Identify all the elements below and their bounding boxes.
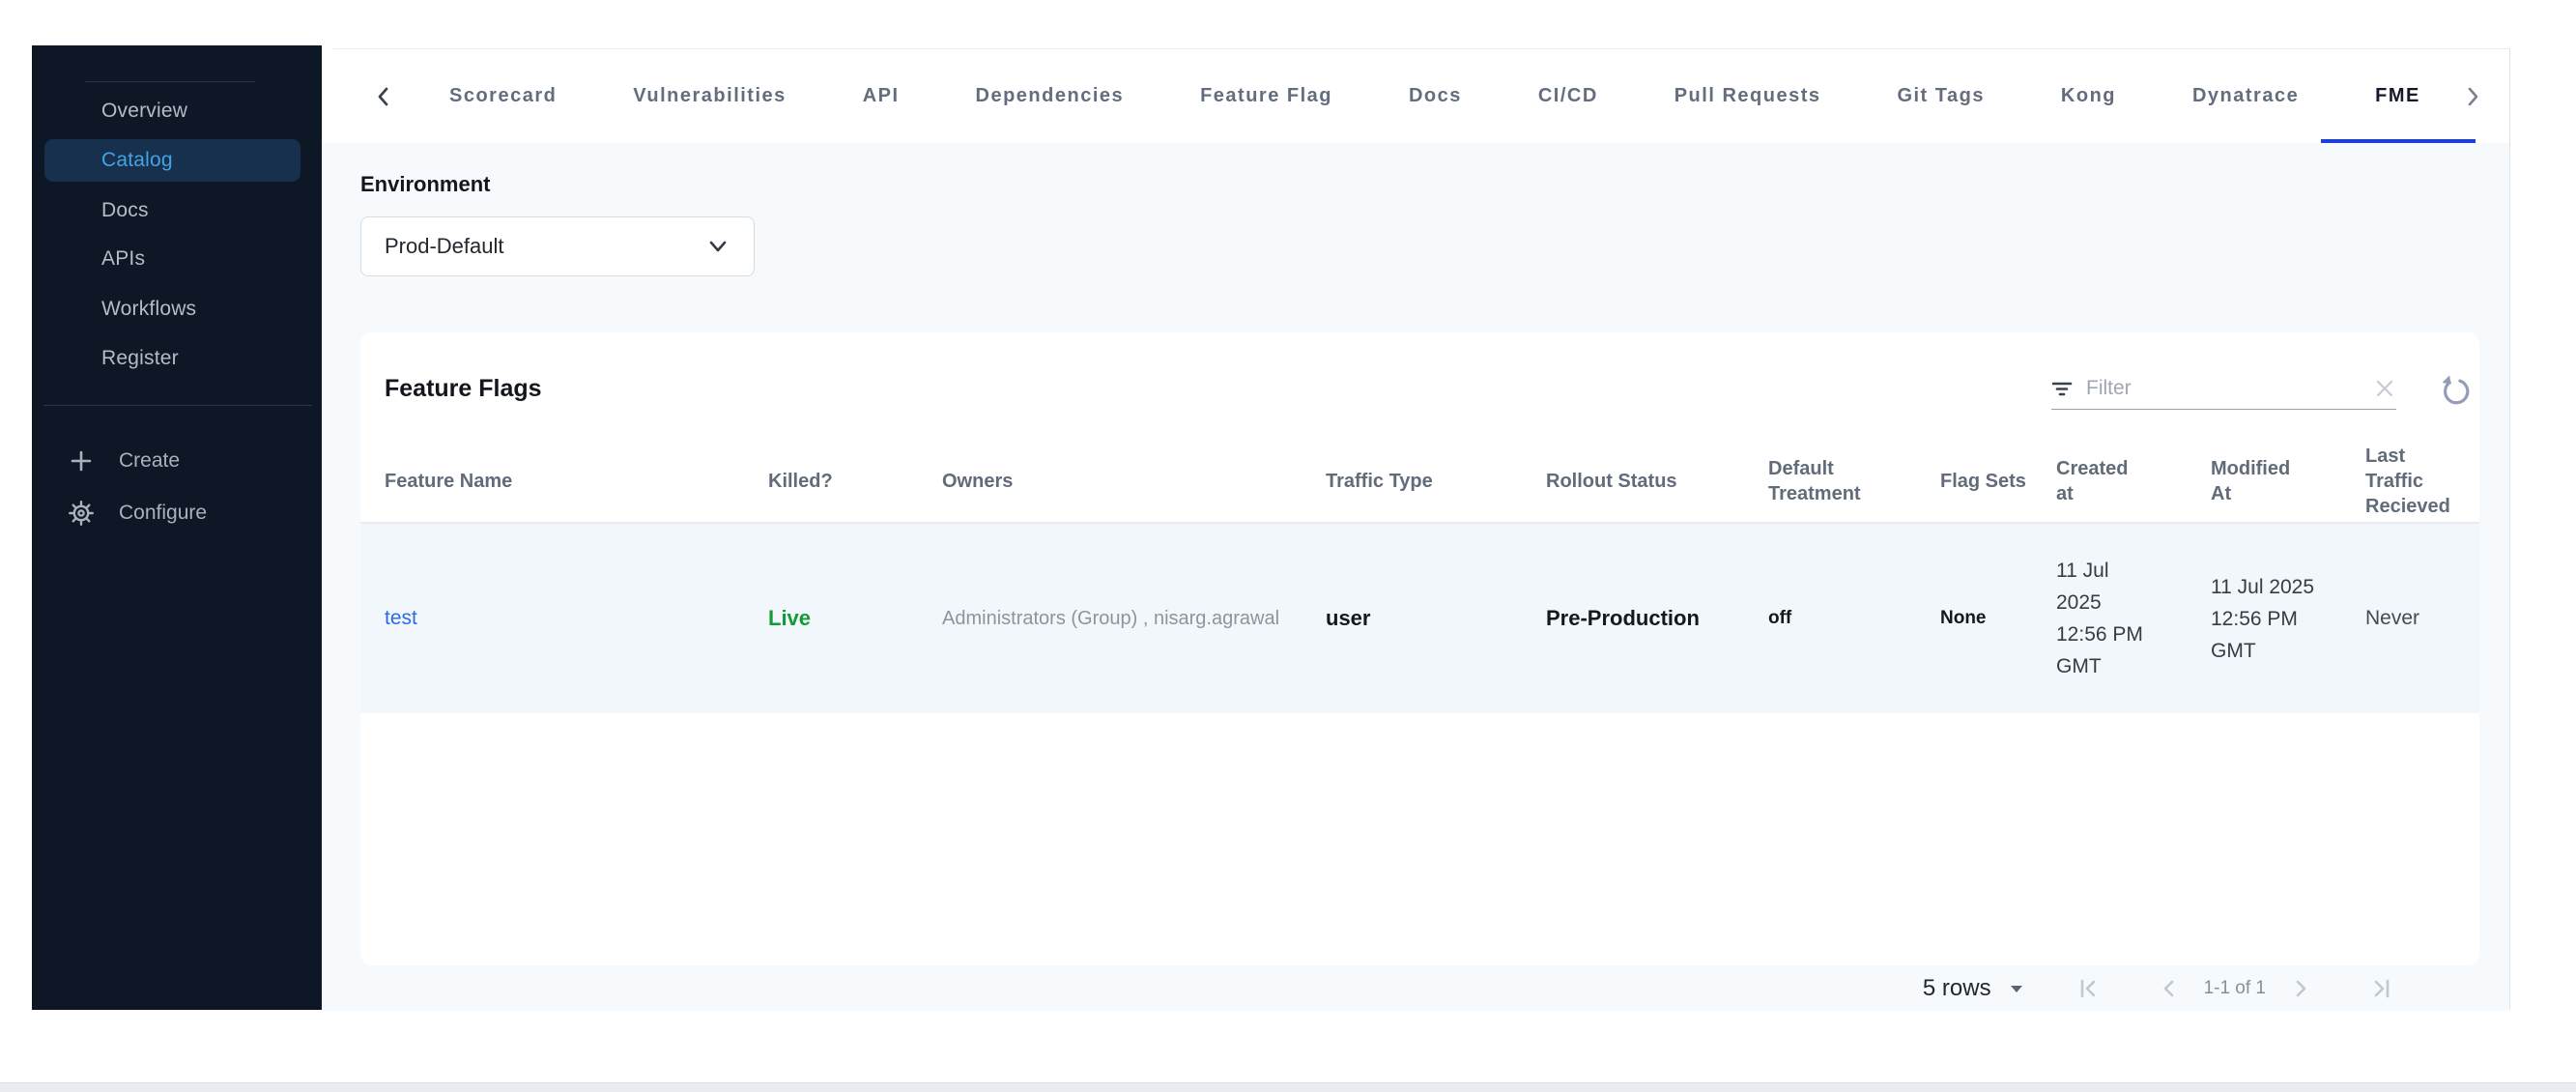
column-header-created-at: Created at <box>2032 441 2187 524</box>
refresh-icon <box>2437 372 2474 409</box>
sidebar-create-label: Create <box>119 449 181 472</box>
bottom-edge-divider <box>0 1082 2576 1092</box>
tab-feature-flag[interactable]: Feature Flag <box>1200 49 1332 143</box>
cell-default-treatment: off <box>1744 523 1916 713</box>
main-panel: Scorecard Vulnerabilities API Dependenci… <box>322 48 2510 1011</box>
sidebar-item-label: Register <box>101 347 179 369</box>
tab-cicd[interactable]: CI/CD <box>1538 49 1598 143</box>
cell-created-at: 11 Jul 2025 12:56 PM GMT <box>2032 523 2187 713</box>
cell-killed: Live <box>744 523 918 713</box>
environment-select[interactable]: Prod-Default <box>360 216 755 276</box>
tabs: Scorecard Vulnerabilities API Dependenci… <box>449 49 2420 143</box>
sidebar-item-workflows[interactable]: Workflows <box>32 288 322 330</box>
sidebar-item-register[interactable]: Register <box>32 337 322 380</box>
cell-owners: Administrators (Group) , nisarg.agrawal <box>918 523 1302 713</box>
refresh-button[interactable] <box>2436 371 2475 410</box>
tab-git-tags[interactable]: Git Tags <box>1897 49 1985 143</box>
column-header-flag-sets: Flag Sets <box>1916 441 2032 524</box>
previous-page-button[interactable] <box>2150 975 2189 1002</box>
feature-name-link[interactable]: test <box>385 607 417 629</box>
sidebar-item-label: Catalog <box>101 149 173 171</box>
table-row: test Live Administrators (Group) , nisar… <box>360 523 2479 713</box>
column-header-default-treatment: Default Treatment <box>1744 441 1916 524</box>
tab-fme[interactable]: FME <box>2375 49 2420 143</box>
first-page-button[interactable] <box>2069 975 2107 1002</box>
sidebar-item-catalog[interactable]: Catalog <box>44 139 301 182</box>
sidebar-item-docs[interactable]: Docs <box>32 189 322 232</box>
chevron-left-icon <box>373 84 394 109</box>
column-header-modified-at: Modified At <box>2187 441 2341 524</box>
sidebar-item-label: Overview <box>101 100 188 122</box>
next-page-button[interactable] <box>2281 975 2320 1002</box>
column-header-feature-name: Feature Name <box>360 441 744 524</box>
tab-scorecard[interactable]: Scorecard <box>449 49 557 143</box>
sidebar-divider-bottom <box>43 405 312 406</box>
tab-docs[interactable]: Docs <box>1409 49 1462 143</box>
column-header-owners: Owners <box>918 441 1302 524</box>
clear-filter-icon[interactable] <box>2373 377 2396 400</box>
feature-flags-card: Feature Flags Filter Feature Name Killed… <box>360 332 2479 965</box>
last-page-icon <box>2368 975 2395 1002</box>
sidebar-item-overview[interactable]: Overview <box>32 90 322 132</box>
tabs-scroll-left-button[interactable] <box>364 84 403 109</box>
environment-label: Environment <box>360 172 491 196</box>
tab-kong[interactable]: Kong <box>2061 49 2116 143</box>
first-page-icon <box>2075 975 2102 1002</box>
filter-input[interactable] <box>2086 376 2360 400</box>
sidebar-item-label: Workflows <box>101 298 197 320</box>
card-title: Feature Flags <box>385 375 542 402</box>
sidebar-item-label: Docs <box>101 199 149 221</box>
cell-rollout-status: Pre-Production <box>1522 523 1744 713</box>
tab-dynatrace[interactable]: Dynatrace <box>2192 49 2299 143</box>
chevron-right-icon <box>2462 84 2483 109</box>
column-header-traffic-type: Traffic Type <box>1302 441 1522 524</box>
tab-api[interactable]: API <box>863 49 900 143</box>
dropdown-caret-icon <box>2009 984 2024 993</box>
filter-field <box>2051 367 2396 410</box>
column-header-last-traffic-recieved: Last Traffic Recieved <box>2341 441 2479 524</box>
tabs-scroll-right-button[interactable] <box>2453 84 2492 109</box>
table-header-row: Feature Name Killed? Owners Traffic Type… <box>360 441 2479 524</box>
sidebar-divider-top <box>85 81 255 82</box>
column-header-rollout-status: Rollout Status <box>1522 441 1744 524</box>
pagination-range-label: 1-1 of 1 <box>2203 977 2266 998</box>
column-header-killed: Killed? <box>744 441 918 524</box>
cell-feature-name: test <box>360 523 744 713</box>
tab-bar: Scorecard Vulnerabilities API Dependenci… <box>322 49 2509 143</box>
feature-flags-table: Feature Name Killed? Owners Traffic Type… <box>360 441 2479 713</box>
environment-selected-value: Prod-Default <box>385 234 504 258</box>
cell-last-traffic: Never <box>2341 523 2479 713</box>
sidebar-configure-label: Configure <box>119 502 208 524</box>
cell-traffic-type: user <box>1302 523 1522 713</box>
chevron-right-icon <box>2287 975 2314 1002</box>
cell-modified-at: 11 Jul 2025 12:56 PM GMT <box>2187 523 2341 713</box>
chevron-left-icon <box>2156 975 2183 1002</box>
tab-dependencies[interactable]: Dependencies <box>976 49 1125 143</box>
gear-icon <box>67 499 96 528</box>
rows-per-page-value: 5 rows <box>1922 974 1991 1001</box>
content-area: Environment Prod-Default Feature Flags F… <box>322 143 2509 1011</box>
sidebar-create-button[interactable]: Create <box>32 439 322 483</box>
sidebar-configure-button[interactable]: Configure <box>32 491 322 535</box>
plus-icon <box>67 448 96 474</box>
tab-pull-requests[interactable]: Pull Requests <box>1674 49 1821 143</box>
sidebar-item-label: APIs <box>101 247 146 270</box>
last-page-button[interactable] <box>2362 975 2401 1002</box>
chevron-down-icon <box>705 238 730 255</box>
tab-vulnerabilities[interactable]: Vulnerabilities <box>633 49 786 143</box>
cell-flag-sets: None <box>1916 523 2032 713</box>
sidebar: Overview Catalog Docs APIs Workflows Reg… <box>32 45 322 1010</box>
filter-icon <box>2051 379 2073 398</box>
sidebar-item-apis[interactable]: APIs <box>32 238 322 280</box>
rows-per-page-select[interactable]: 5 rows <box>1923 975 2024 1002</box>
pagination-bar: 5 rows 1-1 of 1 <box>322 965 2509 1011</box>
